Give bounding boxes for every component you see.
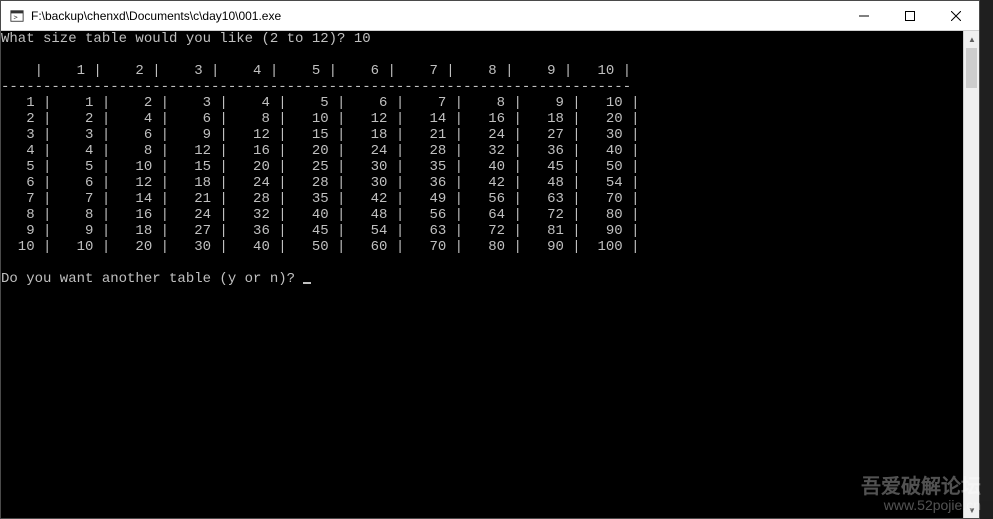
console-output[interactable]: What size table would you like (2 to 12)… (1, 31, 963, 518)
scroll-up-button[interactable]: ▲ (964, 31, 980, 47)
minimize-button[interactable] (841, 1, 887, 31)
window-title: F:\backup\chenxd\Documents\c\day10\001.e… (31, 9, 281, 23)
scrollbar-thumb[interactable] (966, 48, 977, 88)
client-area: What size table would you like (2 to 12)… (1, 31, 979, 518)
app-icon: >_ (9, 8, 25, 24)
text-cursor (303, 282, 311, 284)
scroll-down-button[interactable]: ▼ (964, 502, 980, 518)
svg-text:>_: >_ (14, 13, 23, 21)
close-button[interactable] (933, 1, 979, 31)
vertical-scrollbar[interactable]: ▲ ▼ (963, 31, 979, 518)
console-window: >_ F:\backup\chenxd\Documents\c\day10\00… (0, 0, 980, 519)
title-bar[interactable]: >_ F:\backup\chenxd\Documents\c\day10\00… (1, 1, 979, 31)
maximize-button[interactable] (887, 1, 933, 31)
